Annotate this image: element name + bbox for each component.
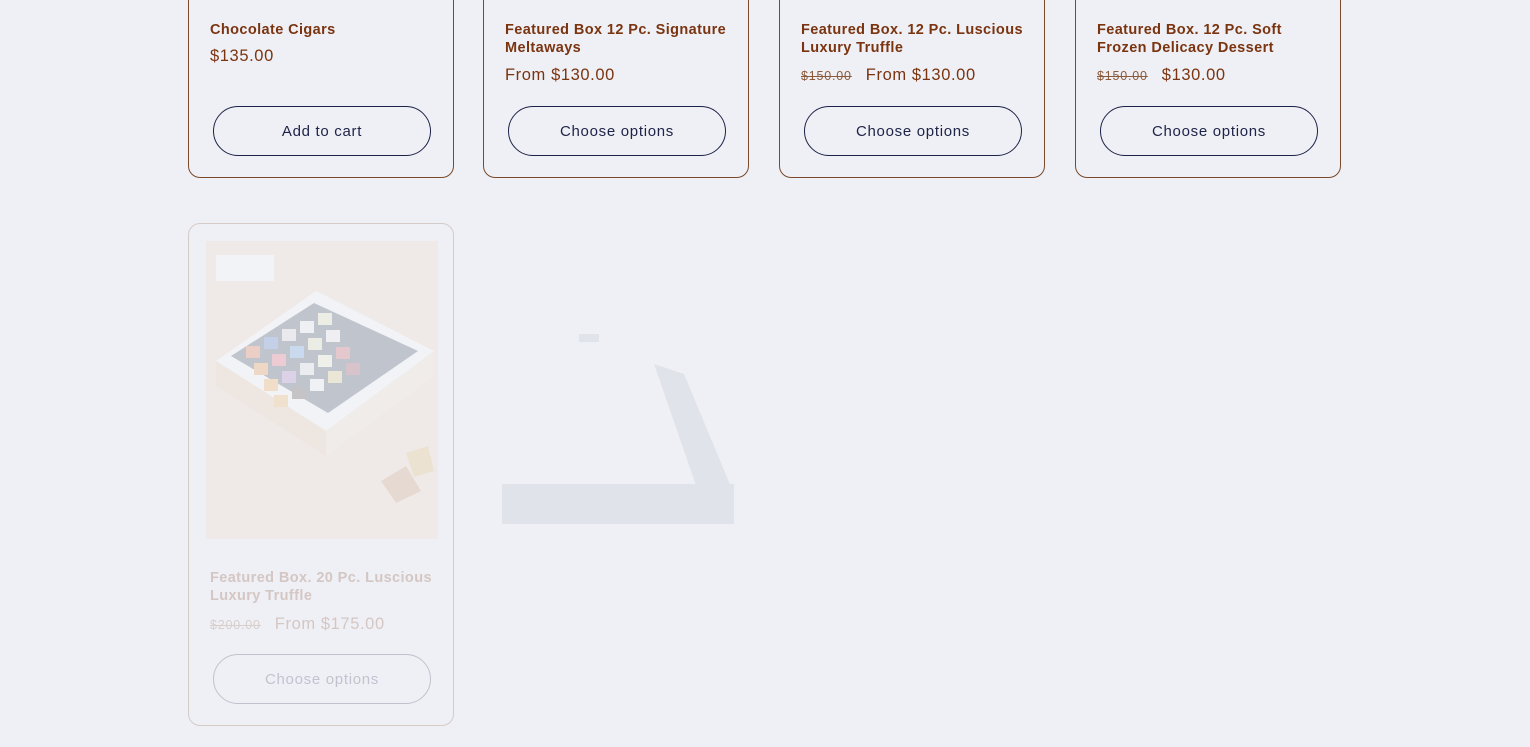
product-title-link[interactable]: Featured Box. 20 Pc. Luscious Luxury Tru… (210, 569, 435, 605)
price-row: $150.00 $130.00 (1097, 66, 1226, 85)
product-price: From $130.00 (505, 66, 615, 84)
product-price: $130.00 (1161, 66, 1226, 84)
price-row: $135.00 (210, 47, 274, 66)
price-row: $200.00 From $175.00 (210, 615, 385, 634)
product-card: Featured Box. 12 Pc. Luscious Luxury Tru… (779, 0, 1045, 178)
choose-options-button[interactable]: Choose options (213, 654, 431, 704)
compare-at-price: $150.00 (801, 69, 852, 83)
choose-options-button[interactable]: Choose options (804, 106, 1022, 156)
sale-badge (216, 255, 274, 281)
product-price: $135.00 (210, 47, 274, 65)
compare-at-price: $200.00 (210, 618, 261, 632)
product-card: Featured Box 12 Pc. Signature Meltaways … (483, 0, 749, 178)
product-card-placeholder (483, 223, 749, 726)
product-card: Featured Box. 12 Pc. Soft Frozen Delicac… (1075, 0, 1341, 178)
product-grid: Chocolate Cigars $135.00 Add to cart Fea… (0, 0, 1530, 747)
product-title-link[interactable]: Chocolate Cigars (210, 21, 435, 39)
product-card: Chocolate Cigars $135.00 Add to cart (188, 0, 454, 178)
product-image-placeholder (502, 334, 734, 524)
compare-at-price: $150.00 (1097, 69, 1148, 83)
chocolate-box-image (206, 241, 438, 539)
product-title-link[interactable]: Featured Box 12 Pc. Signature Meltaways (505, 21, 730, 57)
product-title-link[interactable]: Featured Box. 12 Pc. Soft Frozen Delicac… (1097, 21, 1322, 57)
product-price: From $130.00 (865, 66, 976, 84)
price-row: $150.00 From $130.00 (801, 66, 976, 85)
product-price: From $175.00 (274, 615, 385, 633)
add-to-cart-button[interactable]: Add to cart (213, 106, 431, 156)
choose-options-button[interactable]: Choose options (1100, 106, 1318, 156)
product-image[interactable] (206, 241, 438, 539)
product-title-link[interactable]: Featured Box. 12 Pc. Luscious Luxury Tru… (801, 21, 1026, 57)
product-card: Featured Box. 20 Pc. Luscious Luxury Tru… (188, 223, 454, 726)
price-row: From $130.00 (505, 66, 615, 85)
choose-options-button[interactable]: Choose options (508, 106, 726, 156)
